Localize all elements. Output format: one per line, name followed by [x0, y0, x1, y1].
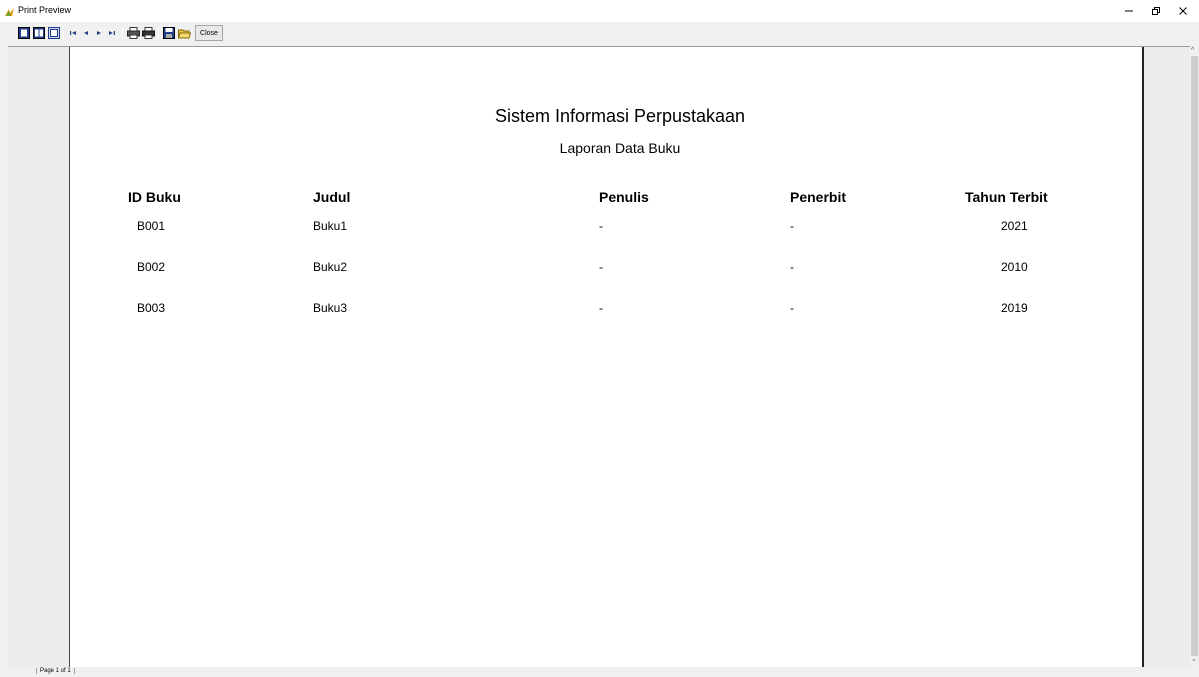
report-subtitle: Laporan Data Buku: [559, 140, 681, 156]
restore-icon: [1152, 7, 1160, 15]
cell-publisher: -: [790, 260, 794, 274]
print-preview-window: Print Preview Close Sistem Informasi Per…: [0, 0, 1199, 677]
column-header-id: ID Buku: [128, 189, 181, 205]
cell-year: 2019: [1001, 301, 1028, 315]
cell-id: B001: [137, 219, 166, 233]
cell-title: Buku2: [313, 260, 348, 274]
next-page-icon[interactable]: [92, 26, 106, 40]
toolbar-separator: [63, 27, 64, 39]
report-page: Sistem Informasi Perpustakaan Laporan Da…: [69, 47, 1144, 668]
scroll-up-icon[interactable]: ^: [1191, 47, 1194, 54]
cell-year: 2010: [1001, 260, 1028, 274]
minimize-button[interactable]: [1117, 0, 1141, 22]
preview-area: Sistem Informasi Perpustakaan Laporan Da…: [8, 46, 1190, 668]
last-page-icon[interactable]: [105, 26, 119, 40]
two-page-icon[interactable]: [32, 26, 46, 40]
cell-id: B003: [137, 301, 166, 315]
print-setup-icon[interactable]: [126, 26, 140, 40]
one-page-icon[interactable]: [17, 26, 31, 40]
cell-year: 2021: [1001, 219, 1028, 233]
column-header-title: Judul: [313, 189, 351, 205]
cell-author: -: [599, 219, 603, 233]
save-icon[interactable]: [162, 26, 176, 40]
scroll-down-icon[interactable]: ⌄: [1191, 655, 1197, 663]
cell-author: -: [599, 301, 603, 315]
cell-author: -: [599, 260, 603, 274]
first-page-icon[interactable]: [66, 26, 80, 40]
close-window-button[interactable]: [1171, 0, 1195, 22]
report-title: Sistem Informasi Perpustakaan: [494, 106, 746, 126]
app-icon: [4, 5, 15, 16]
toolbar-separator: [158, 27, 159, 39]
close-preview-button[interactable]: Close: [195, 25, 223, 41]
print-icon[interactable]: [141, 26, 155, 40]
column-header-publisher: Penerbit: [790, 189, 847, 205]
cell-publisher: -: [790, 219, 794, 233]
toolbar-separator: [122, 27, 123, 39]
title-bar: Print Preview: [0, 0, 1199, 22]
minimize-icon: [1125, 10, 1133, 12]
page-indicator: Page 1 of 1: [36, 668, 75, 674]
scrollbar-thumb[interactable]: [1191, 56, 1198, 656]
previous-page-icon[interactable]: [79, 26, 93, 40]
cell-title: Buku3: [313, 301, 348, 315]
cell-publisher: -: [790, 301, 794, 315]
whole-page-icon[interactable]: [47, 26, 61, 40]
status-bar: Page 1 of 1: [0, 667, 1199, 677]
column-header-author: Penulis: [599, 189, 649, 205]
vertical-scrollbar[interactable]: ^ ⌄: [1190, 46, 1199, 667]
restore-button[interactable]: [1144, 0, 1168, 22]
cell-title: Buku1: [313, 219, 348, 233]
cell-id: B002: [137, 260, 166, 274]
open-icon[interactable]: [177, 26, 191, 40]
toolbar: Close: [0, 22, 1199, 46]
column-header-year: Tahun Terbit: [965, 189, 1048, 205]
close-icon: [1179, 7, 1187, 15]
window-title: Print Preview: [18, 5, 72, 15]
